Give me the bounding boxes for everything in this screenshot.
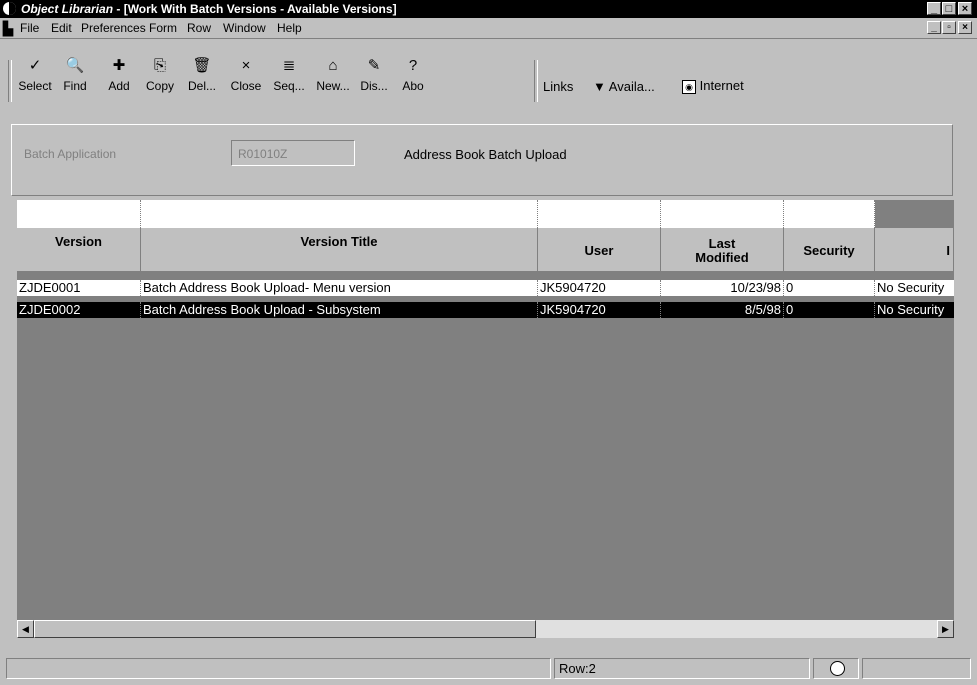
table-row[interactable]: ZJDE0001 Batch Address Book Upload- Menu…	[17, 280, 954, 296]
qbe-user[interactable]	[538, 200, 661, 228]
menu-preferences[interactable]: Preferences	[81, 21, 146, 35]
cell-modified: 10/23/98	[661, 280, 784, 296]
internet-icon: ◉	[682, 80, 696, 94]
cell-version: ZJDE0001	[17, 280, 141, 296]
select-button[interactable]: ✓ Select	[15, 57, 55, 101]
sequence-button[interactable]: ≣ Seq...	[270, 57, 308, 101]
scroll-thumb[interactable]	[34, 620, 536, 638]
cell-extra: No Security	[877, 280, 945, 295]
display-icon: ✎	[367, 57, 381, 74]
mdi-close-button[interactable]: ×	[958, 21, 972, 34]
header-user[interactable]: User	[538, 228, 661, 272]
menu-form[interactable]: Form	[149, 21, 177, 35]
help-icon: ?	[408, 57, 418, 74]
status-row-pane: Row:2	[554, 658, 810, 679]
status-message-pane	[6, 658, 551, 679]
scroll-left-button[interactable]: ◀	[17, 620, 34, 638]
header-last-modified[interactable]: Last Modified	[661, 228, 784, 272]
trash-icon: 🗑	[192, 57, 212, 74]
links-menu[interactable]: Links	[543, 79, 573, 94]
cell-security: 0	[784, 280, 875, 296]
sequence-icon: ≣	[282, 57, 296, 74]
internet-link[interactable]: ◉ Internet	[682, 78, 744, 94]
copy-icon: ⎘	[153, 57, 166, 74]
header-extra[interactable]: I	[875, 228, 954, 272]
minimize-button[interactable]: _	[927, 2, 941, 15]
window-title: Object Librarian - [Work With Batch Vers…	[21, 2, 397, 16]
new-button[interactable]: ⌂ New...	[313, 57, 353, 101]
batch-application-description: Address Book Batch Upload	[404, 147, 567, 162]
window-title-text: - [Work With Batch Versions - Available …	[116, 2, 397, 16]
qbe-extra	[875, 200, 954, 228]
toolbar-separator	[534, 60, 538, 102]
app-name: Object Librarian	[21, 2, 114, 16]
find-icon: 🔍	[65, 57, 85, 74]
mdi-minimize-button[interactable]: _	[927, 21, 941, 34]
close-button[interactable]: × Close	[226, 57, 266, 101]
status-icon-pane	[813, 658, 859, 679]
maximize-button[interactable]: □	[942, 2, 956, 15]
cell-title: Batch Address Book Upload - Subsystem	[141, 302, 538, 318]
cell-extra: No Security	[877, 302, 945, 317]
batch-application-input[interactable]: R01010Z	[231, 140, 355, 166]
header-security[interactable]: Security	[784, 228, 875, 272]
mdi-restore-button[interactable]: ▫	[942, 21, 956, 34]
close-window-button[interactable]: ×	[958, 2, 972, 15]
add-button[interactable]: ✚ Add	[103, 57, 135, 101]
row-count: Row:2	[559, 661, 596, 676]
display-button[interactable]: ✎ Dis...	[357, 57, 391, 101]
menu-window[interactable]: Window	[223, 21, 266, 35]
find-button[interactable]: 🔍 Find	[58, 57, 92, 101]
globe-icon	[830, 661, 845, 676]
status-extra-pane	[862, 658, 971, 679]
menu-file[interactable]: File	[20, 21, 39, 35]
menu-bar: ▙ File Edit Preferences Form Row Window …	[0, 18, 977, 39]
table-row-selected[interactable]: ZJDE0002 Batch Address Book Upload - Sub…	[17, 302, 954, 318]
title-bar: Object Librarian - [Work With Batch Vers…	[0, 0, 977, 18]
batch-application-label: Batch Application	[24, 147, 117, 161]
about-button[interactable]: ? Abo	[398, 57, 428, 101]
copy-button[interactable]: ⎘ Copy	[141, 57, 179, 101]
header-version[interactable]: Version	[17, 228, 141, 272]
menu-edit[interactable]: Edit	[51, 21, 72, 35]
plus-icon: ✚	[112, 57, 126, 74]
cell-version: ZJDE0002	[17, 302, 141, 318]
qbe-title[interactable]	[141, 200, 538, 228]
document-icon[interactable]: ▙	[3, 21, 13, 37]
cell-user: JK5904720	[538, 280, 661, 296]
check-icon: ✓	[28, 57, 42, 74]
header-version-title[interactable]: Version Title	[141, 228, 538, 272]
qbe-version[interactable]	[17, 200, 141, 228]
scroll-right-button[interactable]: ▶	[937, 620, 954, 638]
cell-title: Batch Address Book Upload- Menu version	[141, 280, 538, 296]
cell-user: JK5904720	[538, 302, 661, 318]
cell-modified: 8/5/98	[661, 302, 784, 318]
menu-help[interactable]: Help	[277, 21, 302, 35]
menu-row[interactable]: Row	[187, 21, 211, 35]
close-icon: ×	[241, 57, 251, 74]
dropdown-arrow-icon: ▼	[593, 79, 606, 94]
new-icon: ⌂	[328, 57, 338, 74]
qbe-security[interactable]	[784, 200, 875, 228]
cell-security: 0	[784, 302, 875, 318]
delete-button[interactable]: 🗑 Del...	[184, 57, 220, 101]
available-menu[interactable]: ▼ Availa...	[593, 79, 655, 94]
qbe-modified[interactable]	[661, 200, 784, 228]
toolbar-separator	[8, 60, 12, 102]
app-icon[interactable]	[3, 2, 16, 15]
